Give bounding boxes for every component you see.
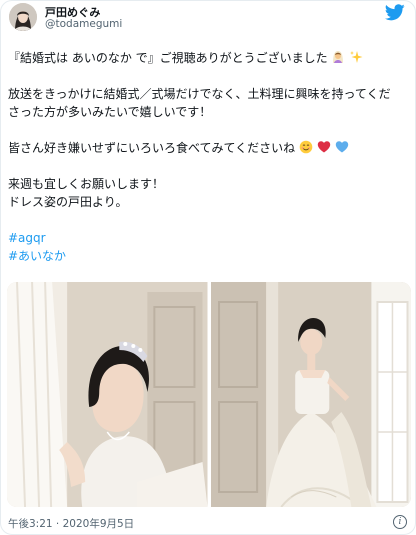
media-gallery [7,282,411,507]
woman-with-veil-icon [333,51,344,63]
smiling-face-icon [299,140,313,154]
avatar[interactable] [9,3,37,31]
info-icon[interactable]: i [393,515,407,529]
tweet-text-line3: さった方が多いみたいで嬉しいです！ [8,105,212,119]
hashtag-ainaka[interactable]: #あいなか [8,247,410,265]
bride-photo-left[interactable] [7,282,208,507]
sparkles-icon [350,51,363,63]
tweet-text-line6: ドレス姿の戸田より。 [8,195,128,209]
tweet-header: 戸田めぐみ @todamegumi [9,1,409,31]
tweet-text-line4: 皆さん好き嫌いせずにいろいろ食べてみてくださいね [8,141,296,155]
tweet-text: 『結婚式は あいのなか で』ご視聴ありがとうございました 放送をきっかけに結婚式… [8,49,410,265]
hashtag-agqr[interactable]: #agqr [8,229,410,247]
tweet-timestamp[interactable]: 午後3:21 · 2020年9月5日 [8,516,134,531]
blue-heart-icon [335,141,348,153]
tweet-text-line2: 放送をきっかけに結婚式／式場だけでなく、土料理に興味を持ってくだ [8,87,391,101]
tweet-text-line1: 『結婚式は あいのなか で』ご視聴ありがとうございました [8,51,328,65]
red-heart-icon [317,141,331,153]
bride-photo-right[interactable] [210,282,411,507]
user-handle[interactable]: @todamegumi [45,18,122,30]
tweet-card[interactable]: 戸田めぐみ @todamegumi 『結婚式は あいのなか で』ご視聴ありがとう… [0,0,416,535]
tweet-line: 皆さん好き嫌いせずにいろいろ食べてみてくださいね [8,139,410,157]
twitter-bird-icon[interactable] [385,4,405,21]
tweet-line: 『結婚式は あいのなか で』ご視聴ありがとうございました [8,49,410,67]
tweet-text-line5: 来週も宜しくお願いします！ [8,177,165,191]
